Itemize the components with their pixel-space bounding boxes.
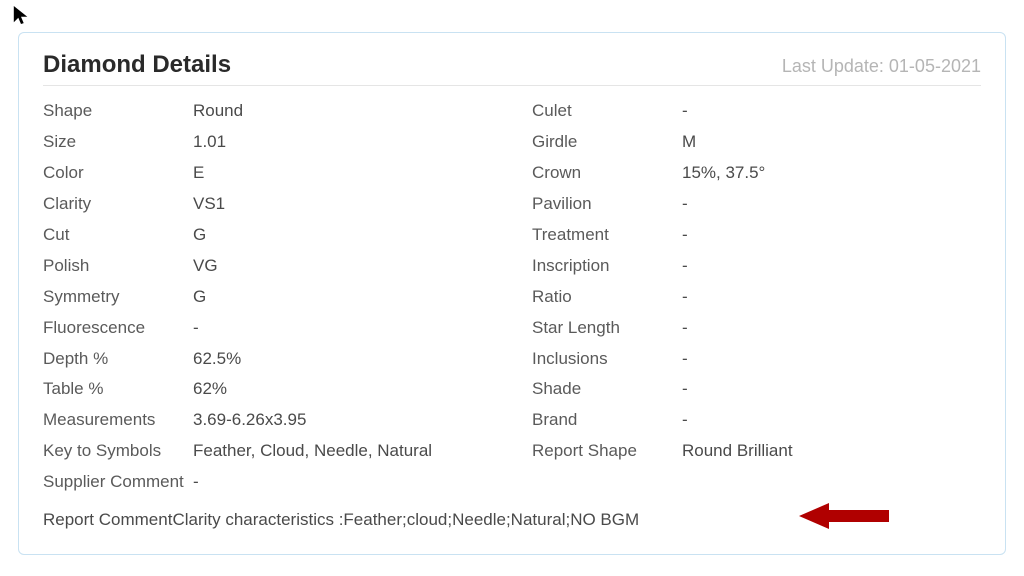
- field-supplier-comment: Supplier Comment-: [43, 471, 492, 494]
- field-label: Inclusions: [532, 348, 682, 371]
- field-value: -: [682, 100, 688, 123]
- field-value: M: [682, 131, 696, 154]
- field-value: -: [682, 286, 688, 309]
- field-label: Report Shape: [532, 440, 682, 463]
- panel-title: Diamond Details: [43, 51, 231, 79]
- field-label: Depth %: [43, 348, 193, 371]
- field-value: 3.69-6.26x3.95: [193, 409, 306, 432]
- report-comment-value: Clarity characteristics :Feather;cloud;N…: [172, 510, 639, 529]
- field-label: Girdle: [532, 131, 682, 154]
- field-label: Size: [43, 131, 193, 154]
- field-symmetry: SymmetryG: [43, 286, 492, 309]
- field-value: -: [682, 224, 688, 247]
- mouse-cursor-icon: [12, 4, 30, 31]
- field-label: Cut: [43, 224, 193, 247]
- diamond-details-panel: Diamond Details Last Update: 01-05-2021 …: [18, 32, 1006, 555]
- field-value: Feather, Cloud, Needle, Natural: [193, 440, 432, 463]
- field-value: VG: [193, 255, 218, 278]
- field-shade: Shade-: [532, 378, 981, 401]
- field-value: VS1: [193, 193, 225, 216]
- last-update: Last Update: 01-05-2021: [782, 56, 981, 77]
- field-label: Pavilion: [532, 193, 682, 216]
- field-label: Color: [43, 162, 193, 185]
- field-label: Shade: [532, 378, 682, 401]
- field-shape: ShapeRound: [43, 100, 492, 123]
- field-label: Ratio: [532, 286, 682, 309]
- field-cut: CutG: [43, 224, 492, 247]
- field-value: G: [193, 286, 206, 309]
- field-value: 1.01: [193, 131, 226, 154]
- field-table: Table %62%: [43, 378, 492, 401]
- field-clarity: ClarityVS1: [43, 193, 492, 216]
- field-label: Brand: [532, 409, 682, 432]
- field-crown: Crown15%, 37.5°: [532, 162, 981, 185]
- field-value: E: [193, 162, 204, 185]
- field-value: -: [682, 255, 688, 278]
- field-value: -: [682, 193, 688, 216]
- field-ratio: Ratio-: [532, 286, 981, 309]
- annotation-arrow-icon: [799, 501, 889, 536]
- field-depth: Depth %62.5%: [43, 348, 492, 371]
- field-label: Supplier Comment: [43, 471, 193, 494]
- field-label: Clarity: [43, 193, 193, 216]
- field-report-shape: Report ShapeRound Brilliant: [532, 440, 981, 463]
- field-label: Fluorescence: [43, 317, 193, 340]
- field-value: 15%, 37.5°: [682, 162, 765, 185]
- field-value: 62.5%: [193, 348, 241, 371]
- panel-header: Diamond Details Last Update: 01-05-2021: [43, 51, 981, 86]
- field-label: Key to Symbols: [43, 440, 193, 463]
- field-value: Round Brilliant: [682, 440, 793, 463]
- field-culet: Culet-: [532, 100, 981, 123]
- report-comment-label: Report Comment: [43, 510, 172, 529]
- field-label: Star Length: [532, 317, 682, 340]
- field-star-length: Star Length-: [532, 317, 981, 340]
- field-label: Treatment: [532, 224, 682, 247]
- field-label: Polish: [43, 255, 193, 278]
- field-key-to-symbols: Key to SymbolsFeather, Cloud, Needle, Na…: [43, 440, 492, 463]
- left-column: ShapeRound Size1.01 ColorE ClarityVS1 Cu…: [43, 100, 492, 502]
- field-pavilion: Pavilion-: [532, 193, 981, 216]
- field-value: Round: [193, 100, 243, 123]
- field-label: Table %: [43, 378, 193, 401]
- field-label: Crown: [532, 162, 682, 185]
- field-inscription: Inscription-: [532, 255, 981, 278]
- field-label: Symmetry: [43, 286, 193, 309]
- field-label: Shape: [43, 100, 193, 123]
- field-value: -: [193, 471, 199, 494]
- field-value: -: [682, 378, 688, 401]
- field-value: -: [682, 348, 688, 371]
- field-fluorescence: Fluorescence-: [43, 317, 492, 340]
- field-label: Inscription: [532, 255, 682, 278]
- field-value: -: [682, 409, 688, 432]
- field-value: -: [682, 317, 688, 340]
- field-value: G: [193, 224, 206, 247]
- field-measurements: Measurements3.69-6.26x3.95: [43, 409, 492, 432]
- field-label: Measurements: [43, 409, 193, 432]
- field-size: Size1.01: [43, 131, 492, 154]
- field-color: ColorE: [43, 162, 492, 185]
- field-polish: PolishVG: [43, 255, 492, 278]
- field-brand: Brand-: [532, 409, 981, 432]
- details-columns: ShapeRound Size1.01 ColorE ClarityVS1 Cu…: [43, 100, 981, 502]
- field-label: Culet: [532, 100, 682, 123]
- field-treatment: Treatment-: [532, 224, 981, 247]
- field-value: -: [193, 317, 199, 340]
- field-value: 62%: [193, 378, 227, 401]
- field-girdle: GirdleM: [532, 131, 981, 154]
- field-inclusions: Inclusions-: [532, 348, 981, 371]
- right-column: Culet- GirdleM Crown15%, 37.5° Pavilion-…: [532, 100, 981, 502]
